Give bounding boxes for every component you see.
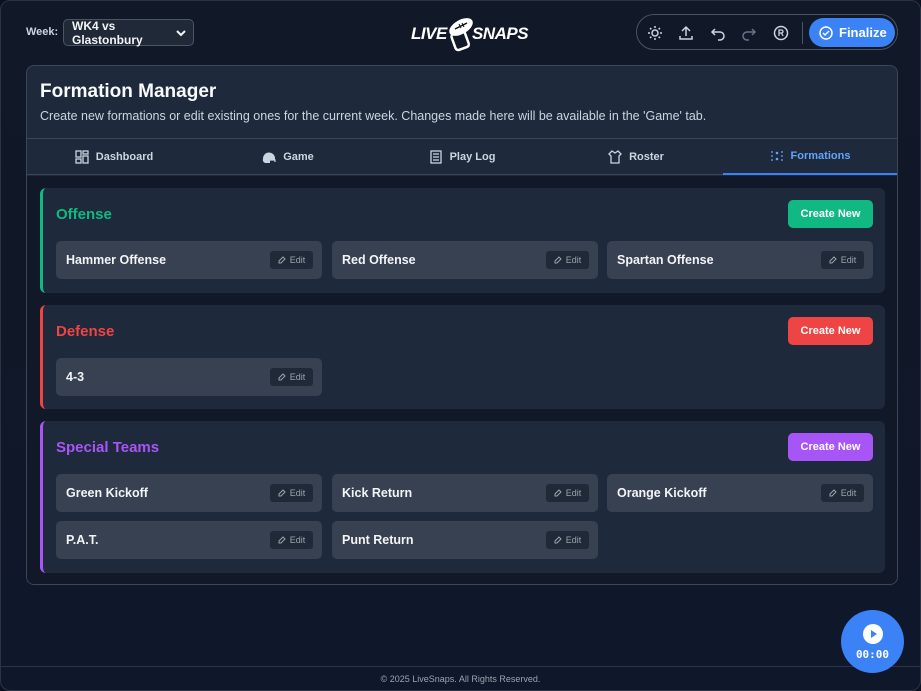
sun-icon[interactable] — [646, 24, 664, 42]
edit-button[interactable]: Edit — [270, 368, 313, 386]
check-circle-icon — [819, 25, 833, 40]
edit-icon — [278, 536, 286, 544]
special-teams-section: Special Teams Create New Green Kickoff E… — [40, 421, 885, 573]
toolbar-divider — [802, 22, 803, 44]
livesnaps-logo: LIVE SNAPS — [411, 14, 529, 52]
formation-name: Hammer Offense — [66, 253, 167, 267]
formation-name: Punt Return — [342, 533, 414, 547]
header: Week: WK4 vs Glastonbury LIVE SNAPS Fina… — [1, 1, 920, 65]
undo-icon[interactable] — [709, 24, 727, 42]
formation-icon — [770, 151, 783, 161]
formation-card[interactable]: Red Offense Edit — [332, 241, 598, 279]
edit-icon — [278, 373, 286, 381]
section-title-special-teams: Special Teams — [56, 439, 160, 456]
formation-name: Orange Kickoff — [617, 486, 707, 500]
registered-icon[interactable] — [772, 24, 790, 42]
edit-label: Edit — [289, 488, 306, 498]
tab-play-log[interactable]: Play Log — [375, 139, 549, 175]
jersey-icon — [608, 150, 622, 164]
edit-icon — [278, 489, 286, 497]
formation-name: Spartan Offense — [617, 253, 714, 267]
tab-roster[interactable]: Roster — [549, 139, 723, 175]
edit-button[interactable]: Edit — [821, 251, 864, 269]
list-icon — [429, 150, 442, 164]
tab-dashboard-label: Dashboard — [95, 151, 154, 163]
edit-icon — [554, 536, 562, 544]
tab-bar: Dashboard Game Play Log Roster Formation… — [27, 138, 897, 175]
app-window: Week: WK4 vs Glastonbury LIVE SNAPS Fina… — [0, 0, 921, 691]
formation-name: Green Kickoff — [66, 486, 148, 500]
edit-icon — [554, 489, 562, 497]
edit-label: Edit — [840, 255, 857, 265]
redo-icon[interactable] — [740, 24, 758, 42]
formations-content: Offense Create New Hammer Offense Edit R… — [27, 176, 897, 584]
formation-name: Kick Return — [342, 486, 413, 500]
play-icon — [862, 623, 883, 644]
edit-button[interactable]: Edit — [546, 484, 589, 502]
formation-card[interactable]: Hammer Offense Edit — [56, 241, 322, 279]
formation-card[interactable]: Green Kickoff Edit — [56, 474, 322, 512]
formation-card[interactable]: Orange Kickoff Edit — [607, 474, 873, 512]
create-defense-button[interactable]: Create New — [788, 317, 873, 345]
edit-label: Edit — [289, 372, 306, 382]
formation-card[interactable]: 4-3 Edit — [56, 358, 322, 396]
formation-card[interactable]: Spartan Offense Edit — [607, 241, 873, 279]
edit-icon — [278, 256, 286, 264]
dashboard-icon — [75, 150, 89, 164]
edit-label: Edit — [289, 535, 306, 545]
page-title: Formation Manager — [40, 81, 217, 102]
footer-divider — [1, 666, 920, 667]
section-title-defense: Defense — [56, 323, 115, 340]
edit-icon — [829, 256, 837, 264]
formation-name: 4-3 — [66, 370, 85, 384]
tab-play-log-label: Play Log — [449, 151, 496, 163]
edit-icon — [554, 256, 562, 264]
week-select-value: WK4 vs Glastonbury — [72, 18, 143, 47]
tab-game[interactable]: Game — [201, 139, 375, 175]
finalize-label: Finalize — [839, 25, 887, 40]
formation-card[interactable]: P.A.T. Edit — [56, 521, 322, 559]
edit-label: Edit — [840, 488, 857, 498]
helmet-icon — [263, 152, 276, 164]
formation-card[interactable]: Kick Return Edit — [332, 474, 598, 512]
edit-label: Edit — [565, 535, 582, 545]
finalize-button[interactable]: Finalize — [809, 18, 895, 47]
section-title-offense: Offense — [56, 206, 112, 223]
chevron-down-icon — [176, 30, 186, 37]
edit-label: Edit — [289, 255, 306, 265]
edit-label: Edit — [565, 255, 582, 265]
toolbar: Finalize — [636, 14, 898, 50]
formation-name: P.A.T. — [66, 533, 99, 547]
edit-button[interactable]: Edit — [270, 484, 313, 502]
footer: © 2025 LiveSnaps. All Rights Reserved. — [380, 674, 541, 684]
formation-name: Red Offense — [342, 253, 416, 267]
offense-section: Offense Create New Hammer Offense Edit R… — [40, 188, 885, 293]
tab-game-label: Game — [283, 151, 314, 163]
edit-icon — [829, 489, 837, 497]
week-select[interactable]: WK4 vs Glastonbury — [63, 18, 194, 47]
create-offense-button[interactable]: Create New — [788, 200, 873, 228]
formation-card[interactable]: Punt Return Edit — [332, 521, 598, 559]
defense-section: Defense Create New 4-3 Edit — [40, 305, 885, 409]
upload-icon[interactable] — [677, 24, 695, 42]
tab-formations[interactable]: Formations — [723, 139, 897, 175]
edit-button[interactable]: Edit — [821, 484, 864, 502]
tab-formations-label: Formations — [790, 150, 851, 162]
page-subtitle: Create new formations or edit existing o… — [40, 109, 707, 123]
tab-roster-label: Roster — [629, 151, 664, 163]
timer-button[interactable]: 00:00 — [841, 610, 904, 673]
create-special-teams-button[interactable]: Create New — [788, 433, 873, 461]
edit-button[interactable]: Edit — [270, 531, 313, 549]
edit-button[interactable]: Edit — [546, 531, 589, 549]
formation-manager-panel: Formation Manager Create new formations … — [26, 65, 898, 585]
week-label: Week: — [26, 26, 59, 38]
tab-dashboard[interactable]: Dashboard — [27, 139, 201, 175]
edit-button[interactable]: Edit — [546, 251, 589, 269]
timer-readout: 00:00 — [855, 647, 890, 661]
edit-label: Edit — [565, 488, 582, 498]
edit-button[interactable]: Edit — [270, 251, 313, 269]
